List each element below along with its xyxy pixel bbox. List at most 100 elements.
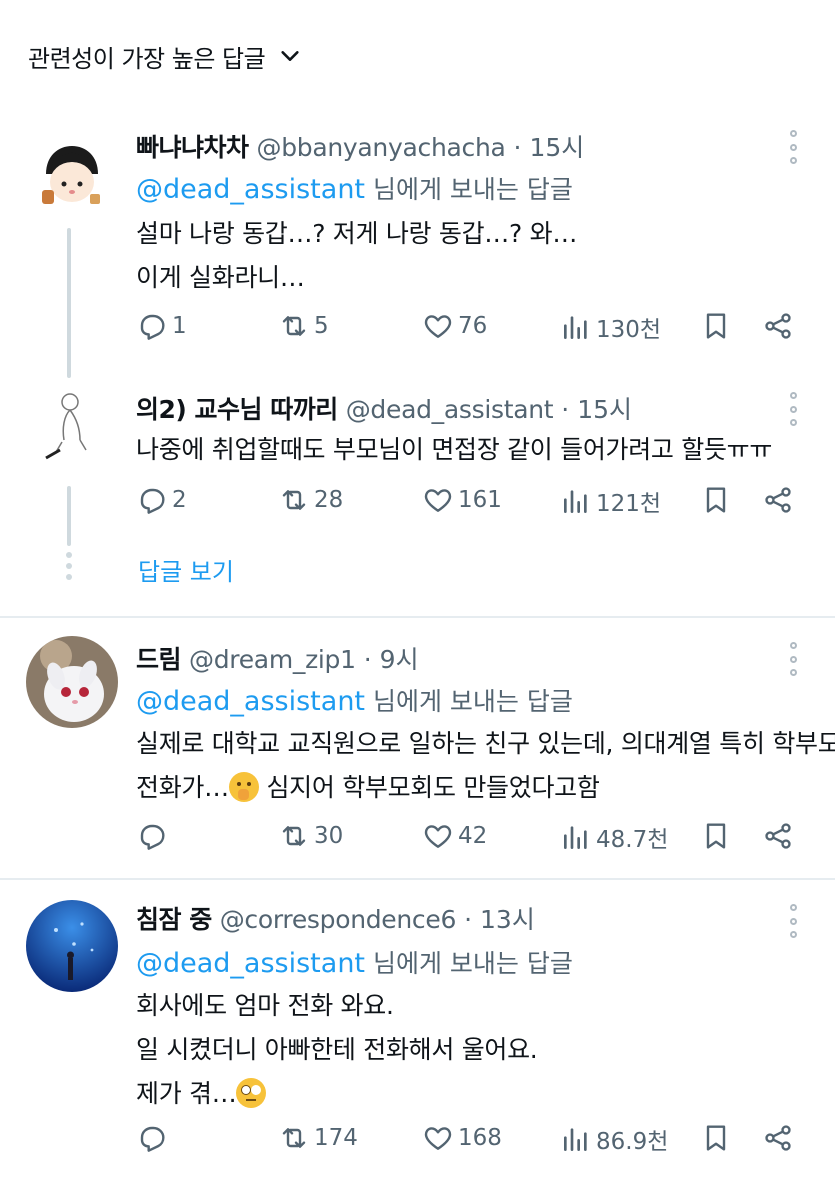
share-button[interactable] [762,310,794,342]
timestamp[interactable]: 9시 [380,640,419,676]
share-button[interactable] [762,484,794,516]
views-button[interactable]: 121천 [560,484,661,518]
shushing-face-emoji [228,772,259,802]
bookmark-button[interactable] [700,310,732,342]
user-handle[interactable]: @dead_assistant [346,395,554,424]
user-handle[interactable]: @dream_zip1 [189,645,356,674]
retweet-icon [278,310,310,342]
user-handle[interactable]: @correspondence6 [220,905,457,934]
like-button[interactable]: 76 [422,310,487,342]
thread-dot [66,574,72,580]
views-button[interactable]: 86.9천 [560,1122,668,1156]
more-icon[interactable] [787,392,799,426]
divider [0,878,835,880]
tweet-header: 의2) 교수님 따까리 @dead_assistant · 15시 [136,390,632,426]
reply-count: 1 [172,313,187,339]
bookmark-button[interactable] [700,484,732,516]
views-button[interactable]: 130천 [560,310,661,344]
replying-to: @dead_assistant 님에게 보내는 답글 [136,170,573,206]
retweet-button[interactable]: 28 [278,484,343,516]
view-count: 121천 [596,491,662,517]
replying-to: @dead_assistant 님에게 보내는 답글 [136,944,573,980]
mention-link[interactable]: @dead_assistant [136,948,365,979]
mention-link[interactable]: @dead_assistant [136,174,365,205]
more-icon[interactable] [787,904,799,938]
thread-dot [66,552,72,558]
avatar[interactable] [26,900,118,992]
action-bar: 1 5 76 130천 [0,310,835,350]
mention-link[interactable]: @dead_assistant [136,686,365,717]
timestamp[interactable]: 15시 [577,390,632,426]
views-icon [560,311,592,343]
display-name[interactable]: 빠냐냐차차 [136,128,249,164]
like-button[interactable]: 42 [422,820,487,852]
bookmark-icon [700,484,732,516]
reply-button[interactable] [136,820,172,852]
retweet-button[interactable]: 174 [278,1122,358,1154]
tweet-text-line: 일 시켰더니 아빠한테 전화해서 울어요. [136,1035,538,1064]
chevron-down-icon [281,51,299,61]
separator: · [464,905,473,934]
tweet-text-line: 제가 겪… [136,1072,537,1116]
like-button[interactable]: 168 [422,1122,502,1154]
action-bar: 174 168 86.9천 [0,1122,835,1162]
separator: · [561,395,570,424]
show-replies-link[interactable]: 답글 보기 [138,552,234,587]
timestamp[interactable]: 13시 [480,900,535,936]
reply-button[interactable]: 2 [136,484,187,516]
tweet-text-segment: 제가 겪… [136,1079,237,1108]
reply-icon [136,1122,168,1154]
tweet-text-line: 전화가… 심지어 학부모회도 만들었다고함 [136,766,835,810]
eye-roll-emoji [236,1078,267,1108]
retweet-count: 5 [314,313,329,339]
tweet-text: 설마 나랑 동갑…? 저게 나랑 동갑…? 와… 이게 실화라니… [136,212,577,300]
tweet-header: 드림 @dream_zip1 · 9시 [136,640,419,676]
share-icon [762,1122,794,1154]
views-icon [560,1123,592,1155]
like-button[interactable]: 161 [422,484,502,516]
avatar[interactable] [36,388,108,468]
retweet-count: 30 [314,823,344,849]
tweet-text: 실제로 대학교 교직원으로 일하는 친구 있는데, 의대계열 특히 학부모 전화… [136,722,835,810]
avatar[interactable] [26,636,118,728]
reply-button[interactable]: 1 [136,310,187,342]
timestamp[interactable]: 15시 [529,128,584,164]
bookmark-icon [700,310,732,342]
tweet-text-line: 설마 나랑 동갑…? 저게 나랑 동갑…? 와… [136,219,578,248]
tweet-header: 빠냐냐차차 @bbanyanyachacha · 15시 [136,128,584,164]
like-icon [422,820,454,852]
replying-suffix: 님에게 보내는 답글 [365,175,573,204]
thread-line [67,228,71,378]
views-button[interactable]: 48.7천 [560,820,668,854]
display-name[interactable]: 드림 [136,640,182,676]
bookmark-button[interactable] [700,820,732,852]
retweet-icon [278,820,310,852]
display-name[interactable]: 침잠 중 [136,900,212,936]
retweet-button[interactable]: 30 [278,820,343,852]
share-button[interactable] [762,1122,794,1154]
action-bar: 2 28 161 121천 [0,484,835,524]
display-name[interactable]: 의2) 교수님 따까리 [136,390,338,426]
tweet-text: 회사에도 엄마 전화 와요. 일 시켰더니 아빠한테 전화해서 울어요. 제가 … [136,984,538,1116]
bookmark-button[interactable] [700,1122,732,1154]
retweet-button[interactable]: 5 [278,310,329,342]
view-count: 86.9천 [596,1129,669,1155]
reply-button[interactable] [136,1122,172,1154]
sort-dropdown[interactable]: 관련성이 가장 높은 답글 [28,36,301,76]
like-count: 76 [458,313,488,339]
user-handle[interactable]: @bbanyanyachacha [257,133,506,162]
reply-icon [136,820,168,852]
retweet-icon [278,1122,310,1154]
separator: · [513,133,522,162]
share-button[interactable] [762,820,794,852]
tweet-text-line: 이게 실화라니… [136,263,305,292]
view-count: 48.7천 [596,827,669,853]
bookmark-icon [700,1122,732,1154]
reply-count: 2 [172,487,187,513]
more-icon[interactable] [787,130,799,164]
avatar[interactable] [26,130,118,222]
like-icon [422,484,454,516]
tweet-text-line: 나중에 취업할때도 부모님이 면접장 같이 들어가려고 할듯ㅠㅠ [136,435,773,464]
views-icon [560,821,592,853]
more-icon[interactable] [787,642,799,676]
